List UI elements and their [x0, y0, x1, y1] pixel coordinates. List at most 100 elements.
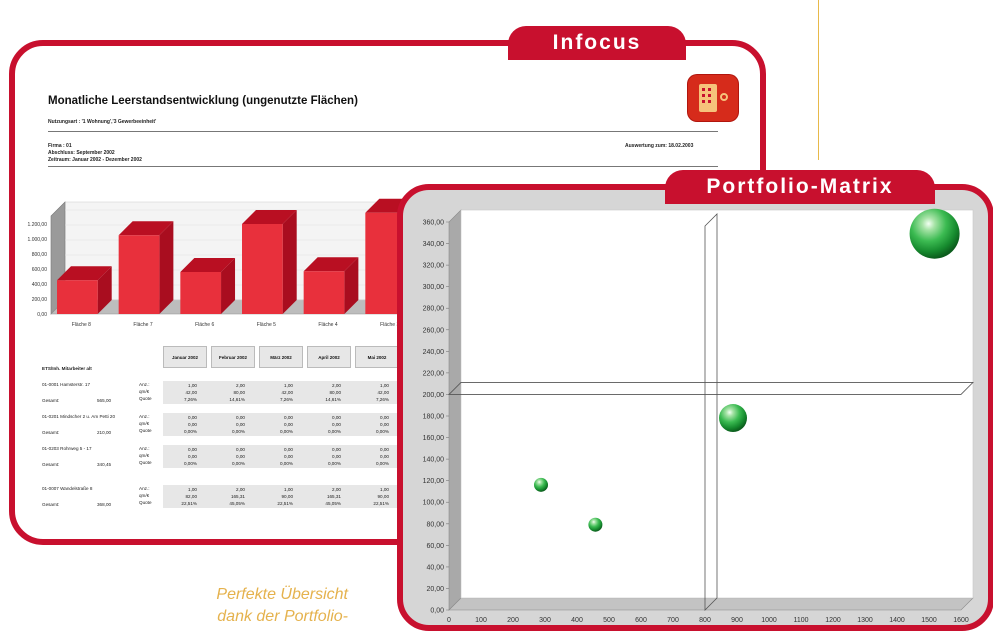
divider-rule: [818, 0, 819, 160]
x-axis-tick: 900: [731, 617, 743, 624]
y-axis-tick: 120,00: [423, 478, 445, 485]
bubble[interactable]: [719, 404, 747, 433]
y-axis-tick: 220,00: [423, 370, 445, 377]
x-axis-tick: 600: [635, 617, 647, 624]
y-tick-label: 1.000,00: [28, 237, 48, 243]
bubble[interactable]: [534, 477, 548, 492]
table-column-header: April 2002: [307, 346, 351, 368]
table-group-label: 01-0201 Mindscher 2 u. Am Petti 20: [42, 414, 116, 419]
table-cell: 0,00: [236, 454, 245, 460]
table-cell: 0,00%: [375, 461, 389, 467]
table-cell: 1,00: [284, 383, 293, 388]
table-cell: 165,31: [326, 494, 341, 500]
table-group-total-label: Gesamt:: [42, 430, 60, 435]
table-group-total: 565,00: [97, 398, 112, 403]
x-category-label: Fläche 6: [195, 322, 214, 328]
table-cell: 7,26%: [375, 397, 389, 403]
table-cell: 7,26%: [183, 397, 197, 403]
table-cell: 42,00: [185, 390, 198, 396]
tab-portfolio-matrix[interactable]: Portfolio-Matrix: [665, 170, 935, 204]
table-metric-label: qm/€: [139, 389, 150, 395]
table-cell: 0,00: [236, 415, 245, 420]
table-metric-label: Quote: [139, 428, 152, 434]
tab-infocus[interactable]: Infocus: [508, 26, 686, 60]
portfolio-chart: 0,00 20,00 40,00 60,00 80,00 100,00 120,00 140,…: [423, 208, 974, 624]
table-cell: 7,26%: [279, 397, 293, 403]
caption-line-1: Perfekte Übersicht: [216, 586, 348, 603]
x-axis-tick: 1500: [921, 617, 937, 624]
table-cell: 0,00: [380, 454, 389, 460]
table-cell: 0,00: [332, 415, 341, 420]
table-column-header: Januar 2002: [163, 346, 207, 368]
table-cell: 0,00: [284, 454, 293, 460]
caption-line-2: dank der Portfolio-: [217, 608, 348, 625]
x-axis-tick: 500: [603, 617, 615, 624]
x-axis-tick: 1100: [793, 617, 808, 624]
y-axis-tick: 0,00: [430, 608, 444, 615]
bar: [303, 257, 359, 314]
y-axis-tick: 140,00: [423, 457, 445, 464]
table-cell: 14,61%: [229, 397, 245, 403]
table-group-total-label: Gesamt:: [42, 398, 60, 403]
table-cell: 0,00: [236, 422, 245, 428]
table-cell: 2,00: [332, 487, 341, 492]
table-cell: 2,00: [332, 383, 341, 388]
table-metric-label: Anz.:: [139, 414, 150, 419]
table-group-total: 210,00: [97, 430, 112, 435]
table-cell: 42,00: [281, 390, 294, 396]
bar: [57, 266, 112, 314]
table-cell: 0,00%: [279, 461, 293, 467]
y-axis-tick: 320,00: [423, 263, 445, 270]
y-axis-tick: 200,00: [423, 392, 445, 399]
table-group-total: 340,45: [97, 462, 112, 467]
table-cell: 22,51%: [181, 501, 197, 507]
table-cell: 0,00%: [183, 461, 197, 467]
y-axis-tick: 360,00: [423, 220, 445, 227]
table-metric-label: Anz.:: [139, 486, 150, 491]
table-metric-label: qm/€: [139, 493, 150, 499]
x-axis-tick: 200: [507, 617, 519, 624]
table-cell: 90,00: [281, 494, 294, 500]
table-cell: 0,00: [380, 447, 389, 452]
table-cell: 0,00: [380, 422, 389, 428]
x-axis-tick: 1600: [953, 617, 969, 624]
table-cell: 0,00: [332, 447, 341, 452]
x-category-label: Fläche 4: [318, 322, 337, 328]
y-axis-tick: 60,00: [426, 543, 444, 550]
table-cell: 0,00: [284, 447, 293, 452]
x-category-label: Fläche 8: [72, 322, 91, 328]
table-metric-label: Anz.:: [139, 446, 150, 451]
table-cell: 0,00%: [375, 429, 389, 435]
table-cell: 0,00: [284, 415, 293, 420]
bubble[interactable]: [588, 517, 603, 532]
table-cell: 0,00: [188, 422, 197, 428]
y-axis-tick: 100,00: [423, 500, 445, 507]
table-cell: 0,00%: [231, 461, 245, 467]
x-axis-tick: 100: [475, 617, 487, 624]
y-tick-label: 800,00: [32, 252, 48, 258]
x-axis-tick: 1400: [889, 617, 905, 624]
table-cell: 1,00: [380, 383, 389, 388]
bar: [180, 258, 236, 314]
bar: [242, 210, 297, 314]
table-cell: 42,00: [377, 390, 390, 396]
y-axis-tick: 160,00: [423, 435, 445, 442]
bar: [118, 221, 174, 314]
x-axis-tick: 400: [571, 617, 583, 624]
y-axis-tick: 240,00: [423, 349, 445, 356]
portfolio-card: 0,00 20,00 40,00 60,00 80,00 100,00 120,00 140,…: [397, 184, 993, 631]
table-cell: 45,05%: [325, 501, 341, 507]
y-axis-tick: 280,00: [423, 306, 445, 313]
bubble[interactable]: [909, 208, 960, 259]
table-cell: 0,00: [332, 454, 341, 460]
table-cell: 165,31: [230, 494, 245, 500]
table-metric-label: Anz.:: [139, 382, 150, 387]
table-group-total-label: Gesamt:: [42, 462, 60, 467]
x-axis-tick: 1200: [825, 617, 841, 624]
table-group-label: 01-0001 Hamsterstr. 17: [42, 382, 91, 387]
table-cell: 80,00: [329, 390, 342, 396]
table-cell: 0,00: [236, 447, 245, 452]
table-cell: 0,00: [188, 415, 197, 420]
table-cell: 0,00: [188, 454, 197, 460]
table-cell: 1,00: [188, 383, 197, 388]
